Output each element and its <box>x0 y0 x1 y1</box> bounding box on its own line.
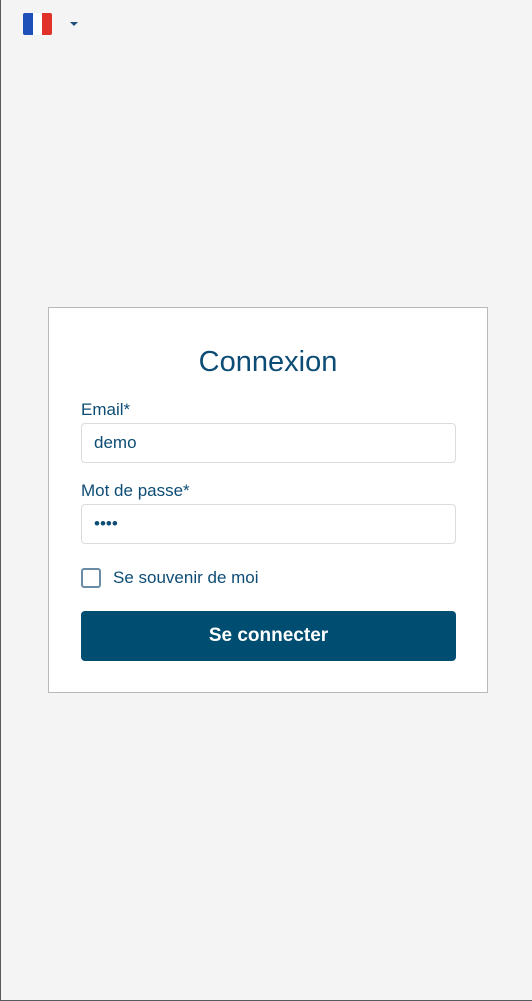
remember-me-label: Se souvenir de moi <box>113 568 259 587</box>
email-label: Email* <box>81 400 131 419</box>
password-field[interactable] <box>81 504 456 544</box>
password-label: Mot de passe* <box>81 481 190 500</box>
login-title: Connexion <box>198 346 338 378</box>
login-card: Connexion Email* Mot de passe* Se souven… <box>48 307 488 693</box>
caret-down-icon <box>70 22 78 26</box>
remember-me-checkbox[interactable] <box>81 568 101 588</box>
login-button[interactable]: Se connecter <box>81 611 456 661</box>
email-field[interactable] <box>81 423 456 463</box>
remember-me[interactable]: Se souvenir de moi <box>81 568 259 588</box>
language-switcher[interactable] <box>23 13 78 35</box>
france-flag-icon <box>23 13 52 35</box>
